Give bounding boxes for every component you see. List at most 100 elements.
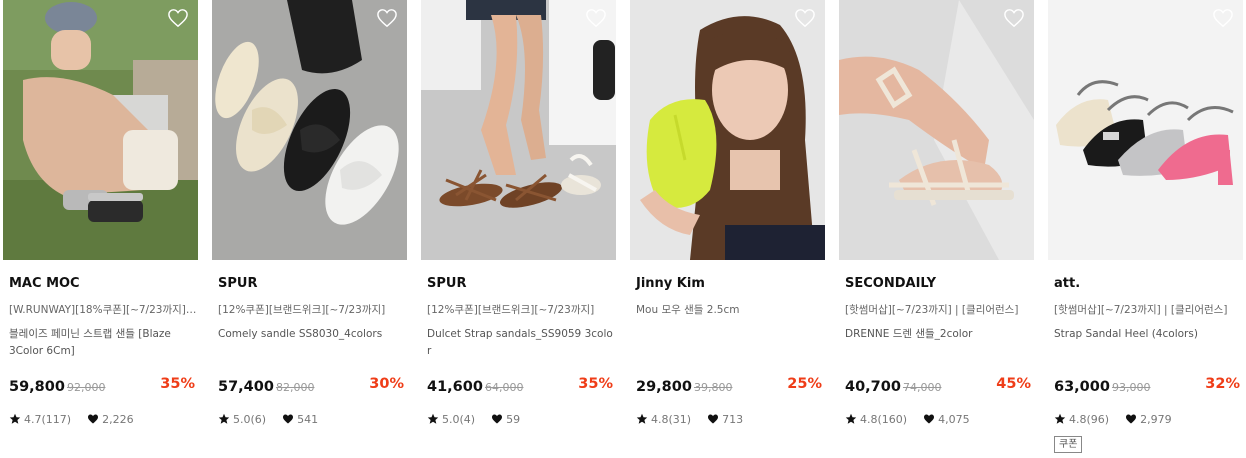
heart-outline-icon [168,9,188,28]
product-card[interactable]: MAC MOC [W.RUNWAY][18%쿠폰][~7/23까지] ... 블… [3,0,198,458]
wishlist-button[interactable] [1003,8,1025,28]
original-price: 82,000 [275,381,315,394]
product-photo [1048,0,1243,260]
product-photo [839,0,1034,260]
product-stats: 5.0(6) 541 [218,411,318,427]
product-photo [630,0,825,260]
brand-name[interactable]: Jinny Kim [636,276,705,291]
rating-text: 4.7(117) [24,412,72,426]
brand-name[interactable]: SECONDAILY [845,276,936,291]
rating-text: 4.8(160) [860,412,908,426]
heart-filled-icon [707,413,719,425]
product-photo [3,0,198,260]
product-image[interactable] [630,0,825,260]
original-price: 39,800 [693,381,733,394]
wishlist-button[interactable] [376,8,398,28]
product-image[interactable] [212,0,407,260]
promo-text[interactable]: [핫썸머삽][~7/23까지] | [클리어런스] [1054,302,1242,317]
brand-name[interactable]: SPUR [218,276,257,291]
product-image[interactable] [421,0,616,260]
rating-text: 5.0(6) [233,412,267,426]
star-icon [845,413,857,425]
price-row: 59,800 92,000 35% [9,376,197,396]
sale-price: 29,800 [636,379,692,395]
product-photo [212,0,407,260]
star-icon [427,413,439,425]
promo-text[interactable]: [핫썸머삽][~7/23까지] | [클리어런스] [845,302,1033,317]
likes-count: 2,226 [102,412,134,426]
likes-count: 541 [297,412,319,426]
promo-text[interactable]: [12%쿠폰][브랜드위크][~7/23까지] [218,302,406,317]
coupon-badge: 쿠폰 [1054,436,1083,453]
likes-count: 59 [506,412,521,426]
price-row: 29,800 39,800 25% [636,376,824,396]
price-row: 40,700 74,000 45% [845,376,1033,396]
sale-price: 63,000 [1054,379,1110,395]
brand-name[interactable]: MAC MOC [9,276,80,291]
heart-filled-icon [1125,413,1137,425]
sale-price: 59,800 [9,379,65,395]
likes-count: 4,075 [938,412,970,426]
heart-filled-icon [87,413,99,425]
product-stats: 5.0(4) 59 [427,411,520,427]
product-card[interactable]: SPUR [12%쿠폰][브랜드위크][~7/23까지] Dulcet Stra… [421,0,616,458]
product-grid: MAC MOC [W.RUNWAY][18%쿠폰][~7/23까지] ... 블… [0,0,1246,458]
sale-price: 40,700 [845,379,901,395]
star-icon [9,413,21,425]
discount-rate: 45% [996,376,1031,392]
product-image[interactable] [1048,0,1243,260]
wishlist-button[interactable] [585,8,607,28]
discount-rate: 25% [787,376,822,392]
original-price: 64,000 [484,381,524,394]
heart-filled-icon [282,413,294,425]
likes-count: 2,979 [1140,412,1172,426]
original-price: 74,000 [902,381,942,394]
product-name[interactable]: 블레이즈 페미닌 스트랩 샌들 [Blaze 3Color 6Cm] [9,326,197,360]
product-stats: 4.7(117) 2,226 [9,411,134,427]
product-photo [421,0,616,260]
discount-rate: 32% [1205,376,1240,392]
rating-text: 5.0(4) [442,412,476,426]
wishlist-button[interactable] [167,8,189,28]
product-stats: 4.8(96) 2,979 [1054,411,1172,427]
product-card[interactable]: SPUR [12%쿠폰][브랜드위크][~7/23까지] Comely sand… [212,0,407,458]
product-name[interactable]: Dulcet Strap sandals_SS9059 3color [427,326,615,360]
product-card[interactable]: att. [핫썸머삽][~7/23까지] | [클리어런스] Strap San… [1048,0,1243,458]
product-name[interactable]: DRENNE 드렌 샌들_2color [845,326,1033,343]
heart-filled-icon [491,413,503,425]
promo-text[interactable]: [W.RUNWAY][18%쿠폰][~7/23까지] ... [9,302,197,317]
sale-price: 57,400 [218,379,274,395]
product-image[interactable] [3,0,198,260]
heart-filled-icon [923,413,935,425]
product-name[interactable]: Comely sandle SS8030_4colors [218,326,406,343]
heart-outline-icon [795,9,815,28]
sale-price: 41,600 [427,379,483,395]
product-name[interactable]: Strap Sandal Heel (4colors) [1054,326,1242,343]
discount-rate: 35% [160,376,195,392]
wishlist-button[interactable] [1212,8,1234,28]
heart-outline-icon [1004,9,1024,28]
original-price: 93,000 [1111,381,1151,394]
star-icon [636,413,648,425]
product-card[interactable]: SECONDAILY [핫썸머삽][~7/23까지] | [클리어런스] DRE… [839,0,1034,458]
promo-text[interactable]: [12%쿠폰][브랜드위크][~7/23까지] [427,302,615,317]
product-stats: 4.8(160) 4,075 [845,411,970,427]
heart-outline-icon [1213,9,1233,28]
price-row: 63,000 93,000 32% [1054,376,1242,396]
brand-name[interactable]: SPUR [427,276,466,291]
discount-rate: 35% [578,376,613,392]
heart-outline-icon [586,9,606,28]
heart-outline-icon [377,9,397,28]
likes-count: 713 [722,412,744,426]
price-row: 57,400 82,000 30% [218,376,406,396]
product-stats: 4.8(31) 713 [636,411,743,427]
product-card[interactable]: Jinny Kim Mou 모우 샌들 2.5cm 29,800 39,800 2… [630,0,825,458]
star-icon [1054,413,1066,425]
promo-text[interactable]: Mou 모우 샌들 2.5cm [636,302,824,317]
original-price: 92,000 [66,381,106,394]
wishlist-button[interactable] [794,8,816,28]
rating-text: 4.8(96) [1069,412,1110,426]
brand-name[interactable]: att. [1054,276,1080,291]
price-row: 41,600 64,000 35% [427,376,615,396]
product-image[interactable] [839,0,1034,260]
